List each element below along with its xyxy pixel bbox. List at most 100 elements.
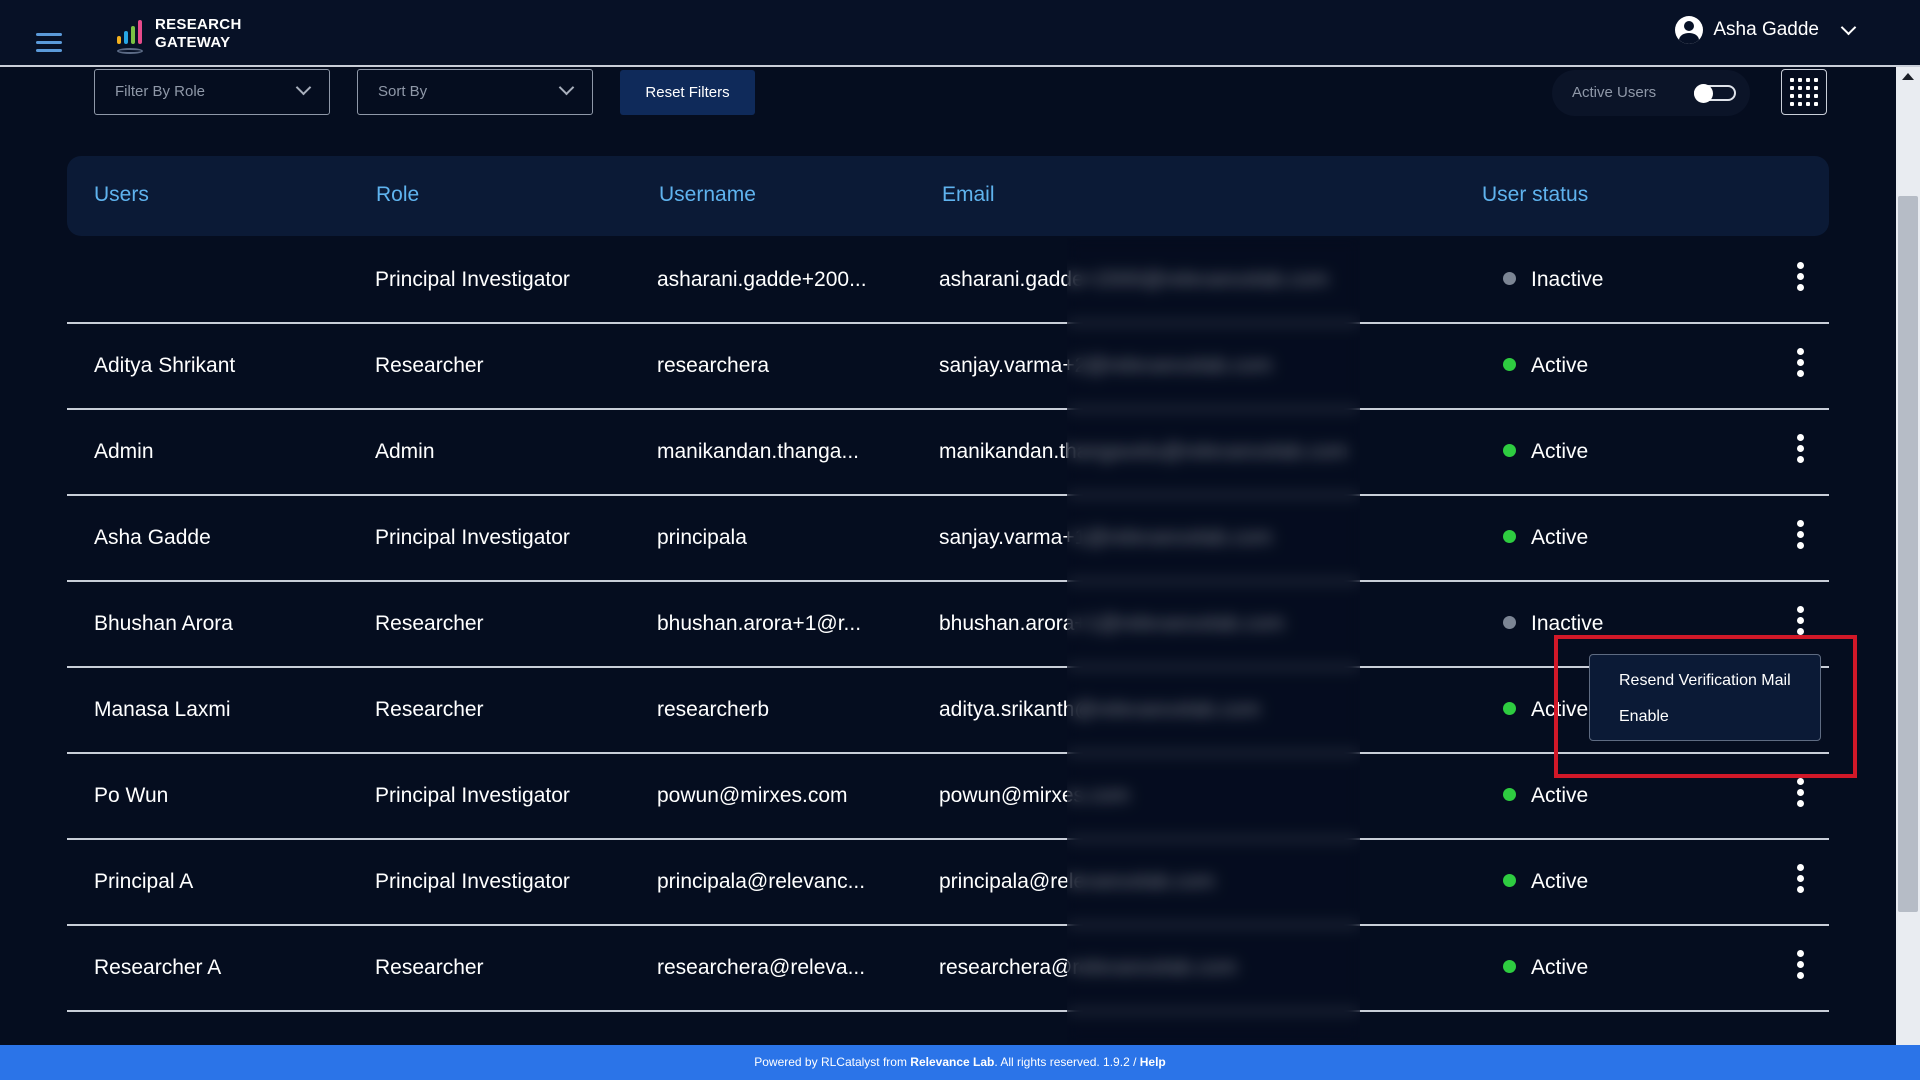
more-vertical-icon[interactable] bbox=[1794, 434, 1806, 466]
footer-help-link[interactable]: Help bbox=[1140, 1055, 1166, 1069]
user-name-cell: Researcher A bbox=[94, 956, 222, 979]
table-row: Aditya ShrikantResearcherresearcherasanj… bbox=[67, 324, 1829, 410]
user-name-cell: Aditya Shrikant bbox=[94, 354, 236, 377]
status-text: Active bbox=[1531, 526, 1589, 549]
column-header-users[interactable]: Users bbox=[94, 183, 149, 207]
status-badge: Inactive bbox=[1503, 268, 1603, 292]
status-text: Active bbox=[1531, 784, 1589, 807]
table-row: Principal A Principal Investigator princip… bbox=[67, 840, 1829, 926]
user-name-cell: Asha Gadde bbox=[94, 526, 211, 549]
column-header-email[interactable]: Email bbox=[942, 183, 995, 207]
status-badge: Active bbox=[1503, 870, 1588, 894]
column-header-user-status[interactable]: User status bbox=[1482, 183, 1588, 207]
scroll-up-arrow-icon[interactable] bbox=[1902, 73, 1914, 80]
role-cell: Admin bbox=[375, 440, 435, 463]
chevron-down-icon bbox=[1840, 19, 1857, 35]
footer-brand-link[interactable]: Relevance Lab bbox=[910, 1055, 994, 1069]
status-text: Active bbox=[1531, 956, 1589, 979]
active-users-filter: Active Users bbox=[1552, 70, 1750, 116]
more-vertical-icon[interactable] bbox=[1794, 606, 1806, 638]
username-cell: researchera bbox=[657, 354, 770, 377]
logo-line-2: GATEWAY bbox=[155, 34, 231, 51]
table-row: AdminAdminmanikandan.thanga...manikandan… bbox=[67, 410, 1829, 496]
user-name: Asha Gadde bbox=[1713, 19, 1819, 40]
status-dot-icon bbox=[1503, 959, 1516, 973]
role-cell: Principal Investigator bbox=[375, 268, 570, 291]
footer-prefix: Powered by RLCatalyst from bbox=[754, 1055, 911, 1069]
grid-icon bbox=[1790, 78, 1818, 106]
email-privacy-blur bbox=[1067, 238, 1360, 1044]
logo-text: RESEARCH GATEWAY bbox=[155, 16, 242, 52]
highlight-annotation-box bbox=[1554, 635, 1857, 778]
username-cell: principala@relevanc... bbox=[657, 870, 866, 893]
user-name-cell: Admin bbox=[94, 440, 154, 463]
table-header: Users Role Username Email User status bbox=[67, 156, 1829, 236]
user-name-cell: Po Wun bbox=[94, 784, 169, 807]
status-text: Inactive bbox=[1531, 268, 1604, 291]
status-dot-icon bbox=[1503, 701, 1516, 715]
username-cell: asharani.gadde+200... bbox=[657, 268, 867, 291]
more-vertical-icon[interactable] bbox=[1794, 520, 1806, 552]
column-header-role[interactable]: Role bbox=[376, 183, 419, 207]
filter-by-role-select[interactable]: Filter By Role bbox=[94, 69, 330, 115]
user-name-cell: Principal A bbox=[94, 870, 194, 893]
more-vertical-icon[interactable] bbox=[1794, 262, 1806, 294]
status-badge: Active bbox=[1503, 440, 1588, 464]
active-users-toggle[interactable] bbox=[1694, 84, 1736, 103]
chevron-down-icon bbox=[295, 79, 312, 96]
role-cell: Researcher bbox=[375, 956, 484, 979]
scrollbar-thumb[interactable] bbox=[1898, 196, 1918, 912]
username-cell: bhushan.arora+1@r... bbox=[657, 612, 862, 635]
more-vertical-icon[interactable] bbox=[1794, 778, 1806, 810]
more-vertical-icon[interactable] bbox=[1794, 864, 1806, 896]
toggle-knob bbox=[1694, 84, 1713, 103]
status-dot-icon bbox=[1503, 443, 1516, 457]
more-vertical-icon[interactable] bbox=[1794, 950, 1806, 982]
logo-line-1: RESEARCH bbox=[155, 16, 242, 33]
reset-filters-button[interactable]: Reset Filters bbox=[620, 70, 755, 115]
chevron-down-icon bbox=[558, 79, 575, 96]
column-header-username[interactable]: Username bbox=[659, 183, 756, 207]
sort-by-select[interactable]: Sort By bbox=[357, 69, 593, 115]
status-dot-icon bbox=[1503, 529, 1516, 543]
role-cell: Principal Investigator bbox=[375, 526, 570, 549]
app-logo[interactable]: RESEARCH GATEWAY bbox=[115, 12, 242, 56]
username-cell: principala bbox=[657, 526, 747, 549]
role-cell: Researcher bbox=[375, 354, 484, 377]
table-row: Asha Gadde Principal Investigator principa… bbox=[67, 496, 1829, 582]
status-badge: Active bbox=[1503, 784, 1588, 808]
username-cell: manikandan.thanga... bbox=[657, 440, 859, 463]
filter-by-role-label: Filter By Role bbox=[115, 83, 206, 100]
status-text: Active bbox=[1531, 440, 1589, 463]
top-navbar: RESEARCH GATEWAY Asha Gadde bbox=[0, 0, 1920, 67]
status-text: Active bbox=[1531, 354, 1589, 377]
username-cell: researchera@releva... bbox=[657, 956, 866, 979]
active-users-label: Active Users bbox=[1572, 84, 1657, 101]
username-cell: researcherb bbox=[657, 698, 770, 721]
status-badge: Active bbox=[1503, 354, 1588, 378]
status-badge: Active bbox=[1503, 526, 1588, 550]
menu-icon[interactable] bbox=[36, 33, 62, 53]
role-cell: Principal Investigator bbox=[375, 784, 570, 807]
role-cell: Researcher bbox=[375, 612, 484, 635]
table-row: Principal Investigator asharani.gadde+200… bbox=[67, 238, 1829, 324]
user-name-cell: Manasa Laxmi bbox=[94, 698, 231, 721]
status-dot-icon bbox=[1503, 787, 1516, 801]
username-cell: powun@mirxes.com bbox=[657, 784, 848, 807]
role-cell: Researcher bbox=[375, 698, 484, 721]
status-dot-icon bbox=[1503, 271, 1516, 285]
user-name-cell: Bhushan Arora bbox=[94, 612, 233, 635]
status-dot-icon bbox=[1503, 873, 1516, 887]
status-dot-icon bbox=[1503, 357, 1516, 371]
more-vertical-icon[interactable] bbox=[1794, 348, 1806, 380]
footer-middle: . All rights reserved. 1.9.2 / bbox=[994, 1055, 1140, 1069]
grid-view-button[interactable] bbox=[1781, 69, 1827, 115]
user-menu[interactable]: Asha Gadde bbox=[1675, 16, 1857, 44]
role-cell: Principal Investigator bbox=[375, 870, 570, 893]
sort-by-label: Sort By bbox=[378, 83, 428, 100]
status-text: Inactive bbox=[1531, 612, 1604, 635]
status-dot-icon bbox=[1503, 615, 1516, 629]
table-row: Researcher A Researcher researchera@releva… bbox=[67, 926, 1829, 1012]
logo-bars-icon bbox=[115, 12, 151, 56]
status-text: Active bbox=[1531, 870, 1589, 893]
